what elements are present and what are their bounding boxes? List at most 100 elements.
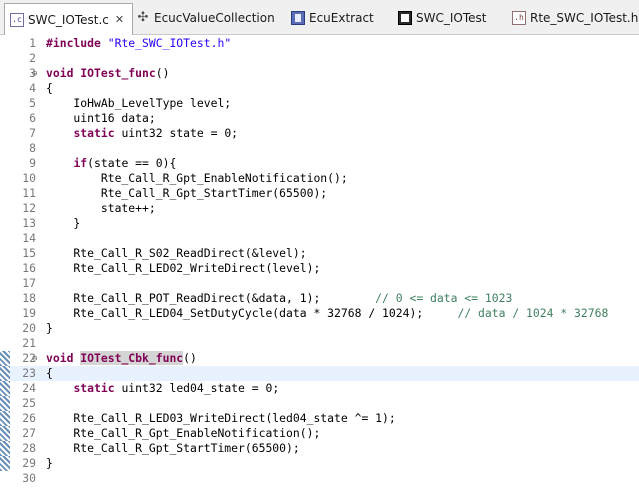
line-number: 26 xyxy=(22,411,36,425)
code-line[interactable]: 25 xyxy=(0,396,639,411)
code-line[interactable]: 26 Rte_Call_R_LED03_WriteDirect(led04_st… xyxy=(0,411,639,426)
line-number: 16 xyxy=(22,261,36,275)
code-token: Rte_Call_R_LED02_WriteDirect(level); xyxy=(46,261,321,275)
editor-tab-bar: .c SWC_IOTest.c ✕ ✣ EcucValueCollection … xyxy=(0,0,639,35)
code-line[interactable]: 19 Rte_Call_R_LED04_SetDutyCycle(data * … xyxy=(0,306,639,321)
line-number: 17 xyxy=(22,276,36,290)
line-number: 20 xyxy=(22,321,36,335)
code-token: uint16 data; xyxy=(46,111,156,125)
code-line[interactable]: 6 uint16 data; xyxy=(0,111,639,126)
tab-swc-iotest-c[interactable]: .c SWC_IOTest.c ✕ xyxy=(4,3,133,35)
tab-ecucvaluecollection[interactable]: ✣ EcucValueCollection xyxy=(136,3,275,33)
code-keyword: void xyxy=(46,351,81,365)
line-number: 12 xyxy=(22,201,36,215)
code-line[interactable]: 5 IoHwAb_LevelType level; xyxy=(0,96,639,111)
code-text: IoHwAb_LevelType level; xyxy=(46,96,231,111)
code-line[interactable]: 24 static uint32 led04_state = 0; xyxy=(0,381,639,396)
tab-label: SWC_IOTest.c xyxy=(28,12,109,27)
code-token: Rte_Call_R_POT_ReadDirect(&data, 1); xyxy=(46,291,376,305)
code-text: static uint32 led04_state = 0; xyxy=(46,381,279,396)
code-text: uint16 data; xyxy=(46,111,156,126)
line-number: 24 xyxy=(22,381,36,395)
code-token: state++; xyxy=(46,201,156,215)
fold-toggle-icon[interactable]: ⊖ xyxy=(32,352,37,367)
line-number: 5 xyxy=(29,96,36,110)
code-token: Rte_Call_R_S02_ReadDirect(&level); xyxy=(46,246,307,260)
line-number: 23 xyxy=(22,366,36,380)
chip-icon xyxy=(398,11,412,25)
tab-ecuextract[interactable]: EcuExtract xyxy=(291,3,374,33)
line-number: 2 xyxy=(29,51,36,65)
code-line[interactable]: 15 Rte_Call_R_S02_ReadDirect(&level); xyxy=(0,246,639,261)
code-text: void IOTest_func() xyxy=(46,66,169,81)
code-line[interactable]: 1 #include "Rte_SWC_IOTest.h" xyxy=(0,36,639,51)
code-text: static uint32 state = 0; xyxy=(46,126,238,141)
tab-swc-iotest[interactable]: SWC_IOTest xyxy=(398,3,486,33)
code-line[interactable]: 14 xyxy=(0,231,639,246)
code-line[interactable]: 11 Rte_Call_R_Gpt_StartTimer(65500); xyxy=(0,186,639,201)
code-line[interactable]: 17 xyxy=(0,276,639,291)
code-keyword: static xyxy=(73,126,122,140)
code-line[interactable]: 4{ xyxy=(0,81,639,96)
code-line[interactable]: 8 xyxy=(0,141,639,156)
c-file-icon: .c xyxy=(10,12,24,27)
line-number: 14 xyxy=(22,231,36,245)
code-token: } xyxy=(46,216,81,230)
code-text: { xyxy=(46,81,53,96)
line-number: 21 xyxy=(22,336,36,350)
code-token: } xyxy=(46,321,53,335)
book-icon xyxy=(291,11,305,25)
code-token: Rte_Call_R_LED03_WriteDirect(led04_state… xyxy=(46,411,396,425)
code-text: { xyxy=(46,366,53,381)
code-text: Rte_Call_R_LED03_WriteDirect(led04_state… xyxy=(46,411,396,426)
code-line[interactable]: 23 { xyxy=(0,366,639,381)
tab-label: SWC_IOTest xyxy=(416,11,487,25)
code-line[interactable]: 7 static uint32 state = 0; xyxy=(0,126,639,141)
code-text: } xyxy=(46,216,80,231)
fold-toggle-icon[interactable]: ⊖ xyxy=(32,67,37,82)
cross-icon: ✣ xyxy=(137,10,149,25)
line-number: 6 xyxy=(29,111,36,125)
code-line[interactable]: 3 ⊖ void IOTest_func() xyxy=(0,66,639,81)
code-line[interactable]: 9 if(state == 0){ xyxy=(0,156,639,171)
code-line[interactable]: 20} xyxy=(0,321,639,336)
code-comment: // 0 <= data <= 1023 xyxy=(375,291,513,305)
code-line[interactable]: 30 xyxy=(0,471,639,486)
code-token: Rte_Call_R_Gpt_EnableNotification(); xyxy=(46,171,348,185)
code-line[interactable]: 12 state++; xyxy=(0,201,639,216)
close-icon[interactable]: ✕ xyxy=(115,13,124,26)
code-line[interactable]: 18 Rte_Call_R_POT_ReadDirect(&data, 1); … xyxy=(0,291,639,306)
code-text: Rte_Call_R_Gpt_EnableNotification(); xyxy=(46,171,348,186)
line-number: 11 xyxy=(22,186,36,200)
code-line[interactable]: 10 Rte_Call_R_Gpt_EnableNotification(); xyxy=(0,171,639,186)
line-number: 3 xyxy=(29,66,36,80)
code-comment: // data / 1024 * 32768 xyxy=(457,306,609,320)
code-token: } xyxy=(46,456,53,470)
code-line[interactable]: 27 Rte_Call_R_Gpt_EnableNotification(); xyxy=(0,426,639,441)
code-line[interactable]: 16 Rte_Call_R_LED02_WriteDirect(level); xyxy=(0,261,639,276)
code-line[interactable]: 21 xyxy=(0,336,639,351)
code-text: } xyxy=(46,456,53,471)
line-number: 9 xyxy=(29,156,36,170)
line-number: 28 xyxy=(22,441,36,455)
line-number: 8 xyxy=(29,141,36,155)
code-string: "Rte_SWC_IOTest.h" xyxy=(107,36,232,50)
code-token: Rte_Call_R_Gpt_EnableNotification(); xyxy=(46,426,321,440)
line-number: 1 xyxy=(29,36,36,50)
line-number: 18 xyxy=(22,291,36,305)
code-token: (state == 0){ xyxy=(87,156,177,170)
code-line[interactable]: 28 Rte_Call_R_Gpt_StartTimer(65500); xyxy=(0,441,639,456)
code-text: state++; xyxy=(46,201,156,216)
line-number: 27 xyxy=(22,426,36,440)
code-text: #include "Rte_SWC_IOTest.h" xyxy=(46,36,231,51)
code-editor[interactable]: 1 #include "Rte_SWC_IOTest.h" 2 3 ⊖ void IOTe… xyxy=(0,35,639,499)
tab-rte-swc-iotest-h[interactable]: .h Rte_SWC_IOTest.h xyxy=(512,3,638,33)
code-line[interactable]: 29} xyxy=(0,456,639,471)
code-line[interactable]: 22 ⊖ void IOTest_Cbk_func() xyxy=(0,351,639,366)
tab-label: Rte_SWC_IOTest.h xyxy=(530,11,639,25)
code-line[interactable]: 2 xyxy=(0,51,639,66)
code-token: IoHwAb_LevelType level; xyxy=(46,96,232,110)
code-line[interactable]: 13 } xyxy=(0,216,639,231)
